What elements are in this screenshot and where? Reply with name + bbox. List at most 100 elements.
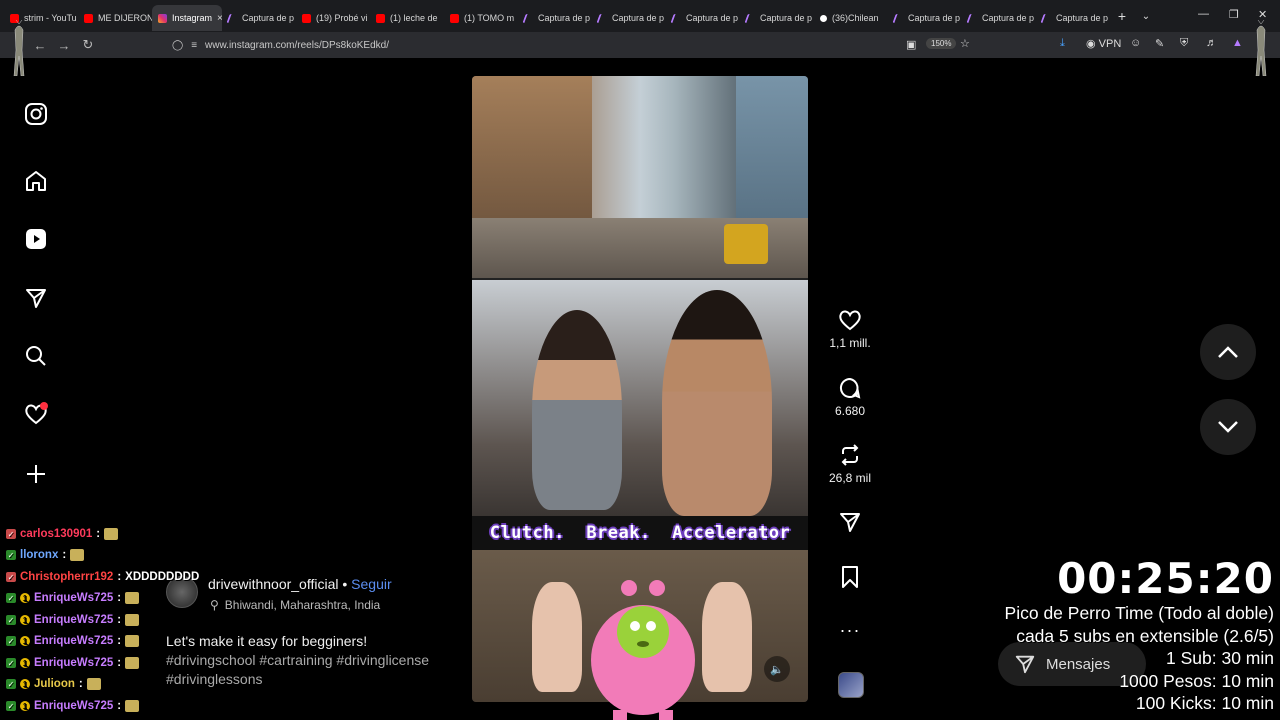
like-count: 1,1 mill. (829, 336, 871, 350)
address-bar[interactable]: ◯ ≡ www.instagram.com/reels/DPs8koKEdkd/ (172, 35, 980, 55)
audio-avatar[interactable] (838, 672, 864, 698)
browser-tab[interactable]: Captura de p (592, 5, 666, 31)
browser-tab[interactable]: (19) Probé vi (296, 5, 370, 31)
reader-mode-icon[interactable]: ▣ (906, 38, 916, 51)
home-icon[interactable] (20, 165, 52, 197)
save-button[interactable] (820, 565, 880, 589)
share-button[interactable] (820, 510, 880, 534)
sub-badge-icon: 1 (20, 593, 30, 603)
browser-tab[interactable]: Captura de p (888, 5, 962, 31)
chat-emote-icon (70, 549, 85, 561)
pen-icon (1040, 13, 1053, 23)
profile-icon[interactable]: ☺ (1130, 37, 1141, 49)
site-settings-icon[interactable]: ≡ (191, 40, 197, 51)
video-caption-overlay: Clutch. Break. Accelerator (472, 516, 808, 550)
chat-emote-icon (125, 657, 140, 669)
sub-badge-icon: 1 (20, 615, 30, 625)
chat-badge-icon: ✓ (6, 615, 16, 625)
youtube-icon (450, 13, 459, 23)
chat-badge-icon: ✓ (6, 679, 16, 689)
chat-message: ✓ 1 EnriqueWs725 : (6, 635, 140, 647)
repost-button[interactable]: 26,8 mil (820, 443, 880, 485)
url-text: www.instagram.com/reels/DPs8koKEdkd/ (205, 39, 390, 51)
previous-reel-button[interactable] (1200, 324, 1256, 380)
tab-list-icon[interactable]: ⌄ (1134, 11, 1158, 22)
pen-icon (892, 13, 905, 23)
tab-strip: strim - YouTu ME DIJERON Instagram × Captura… (0, 0, 1280, 32)
tab-title: Instagram (172, 13, 213, 23)
chat-username: carlos130901 (20, 528, 93, 540)
bookmark-star-icon[interactable]: ☆ (960, 37, 970, 50)
more-options-icon[interactable]: ··· (820, 620, 880, 641)
stream-chat-overlay: ✓ carlos130901 : ✓ lloronx : ✓ Christopherrr1… (0, 526, 310, 720)
direct-messages-icon[interactable] (20, 282, 52, 314)
comment-count: 6.680 (834, 404, 866, 418)
timer-line: 100 Kicks: 10 min (1135, 693, 1274, 713)
leo-icon[interactable]: ▲ (1232, 37, 1243, 49)
browser-tab[interactable]: (1) TOMO m (444, 5, 518, 31)
chat-username: EnriqueWs725 (34, 592, 114, 604)
chat-username: EnriqueWs725 (34, 635, 114, 647)
browser-tab[interactable]: ME DIJERON (78, 5, 152, 31)
maximize-button[interactable]: ❐ (1229, 8, 1239, 21)
notifications-heart-icon[interactable] (20, 398, 52, 430)
browser-tab[interactable]: Captura de p (666, 5, 740, 31)
tab-title: Captura de p (1056, 13, 1109, 23)
chat-text: XDDDDDDDD (125, 571, 200, 583)
browser-tab[interactable]: Instagram × (152, 5, 222, 31)
timer-line: Pico de Perro Time (Todo al doble) (1004, 603, 1274, 623)
chat-badge-icon: ✓ (6, 701, 16, 711)
pen-icon (596, 13, 609, 23)
chat-emote-icon (125, 592, 140, 604)
heart-icon (839, 310, 861, 331)
tab-title: strim - YouTu (24, 13, 77, 23)
sub-badge-icon: 1 (20, 701, 30, 711)
chat-separator: : (117, 571, 122, 583)
pen-icon (522, 13, 535, 23)
browser-tab[interactable]: Captura de p (962, 5, 1036, 31)
mute-icon[interactable]: 🔈 (764, 656, 790, 682)
speaker-icon[interactable]: ♬ (1206, 37, 1217, 49)
chat-separator: : (117, 700, 122, 712)
vpn-button[interactable]: ◉ VPN (1086, 37, 1121, 50)
chat-message: ✓ lloronx : (6, 549, 85, 561)
extensions-icon[interactable]: ✎ (1155, 37, 1164, 50)
browser-tab[interactable]: (36)Chilean (814, 5, 888, 31)
browser-tab[interactable]: (1) leche de (370, 5, 444, 31)
zoom-indicator[interactable]: 150% (926, 38, 957, 49)
follow-button[interactable]: Seguir (351, 576, 391, 592)
next-reel-button[interactable] (1200, 399, 1256, 455)
adblock-shield-icon[interactable]: ⛨ (1180, 37, 1188, 50)
create-plus-icon[interactable] (20, 458, 52, 490)
new-tab-button[interactable]: + (1110, 8, 1134, 24)
browser-tab[interactable]: Captura de p (518, 5, 592, 31)
instagram-logo-icon[interactable] (20, 98, 52, 130)
pen-icon (744, 13, 757, 23)
youtube-icon (302, 13, 311, 23)
forward-icon[interactable]: → (52, 33, 76, 57)
tiktok-icon (820, 14, 827, 22)
tab-title: Captura de p (538, 13, 591, 23)
search-icon[interactable] (20, 340, 52, 372)
browser-tab[interactable]: Captura de p (1036, 5, 1110, 31)
reels-icon[interactable] (20, 223, 52, 255)
reload-icon[interactable]: ↻ (76, 33, 100, 57)
browser-tab[interactable]: Captura de p (222, 5, 296, 31)
minimize-button[interactable]: — (1198, 8, 1209, 20)
comment-button[interactable]: 6.680 (820, 376, 880, 418)
timer-line: 1 Sub: 30 min (1166, 648, 1274, 668)
youtube-icon (376, 13, 385, 23)
browser-tab[interactable]: Captura de p (740, 5, 814, 31)
chat-message: ✓ 1 Julioon : (6, 678, 101, 690)
chat-message: ✓ 1 EnriqueWs725 : (6, 592, 140, 604)
timer-clock: 00:25:20 (1057, 554, 1274, 603)
vpn-label: VPN (1098, 38, 1122, 50)
back-icon[interactable]: ← (28, 33, 52, 57)
like-button[interactable]: 1,1 mill. (820, 308, 880, 350)
shield-icon[interactable]: ◯ (172, 40, 183, 51)
pink-mascot-overlay (591, 580, 695, 720)
download-icon[interactable]: ⤓ (1060, 37, 1065, 50)
repost-icon (841, 444, 859, 466)
chat-message: ✓ 1 EnriqueWs725 : (6, 657, 140, 669)
pen-icon (226, 13, 239, 23)
